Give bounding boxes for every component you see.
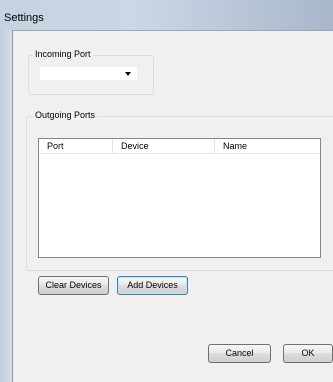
- column-header-name[interactable]: Name: [215, 139, 322, 153]
- column-header-device[interactable]: Device: [113, 139, 215, 153]
- clear-devices-button[interactable]: Clear Devices: [38, 276, 109, 295]
- title-bar[interactable]: Settings: [0, 0, 333, 31]
- cancel-button[interactable]: Cancel: [208, 344, 271, 363]
- dialog-client-area: Incoming Port Outgoing Ports Port Device…: [13, 31, 333, 382]
- chevron-down-icon[interactable]: [125, 72, 131, 76]
- window-frame-left: [0, 30, 13, 382]
- add-devices-button[interactable]: Add Devices: [117, 276, 188, 295]
- settings-window: Settings Incoming Port Outgoing Ports Po…: [0, 0, 333, 382]
- column-header-port[interactable]: Port: [39, 139, 113, 153]
- list-header: Port Device Name: [39, 139, 320, 154]
- outgoing-ports-label: Outgoing Ports: [33, 110, 98, 120]
- incoming-port-label: Incoming Port: [33, 49, 93, 59]
- ok-button[interactable]: OK: [283, 344, 333, 363]
- outgoing-ports-list[interactable]: Port Device Name: [38, 138, 321, 258]
- incoming-port-dropdown[interactable]: [39, 66, 138, 81]
- window-title: Settings: [4, 12, 44, 24]
